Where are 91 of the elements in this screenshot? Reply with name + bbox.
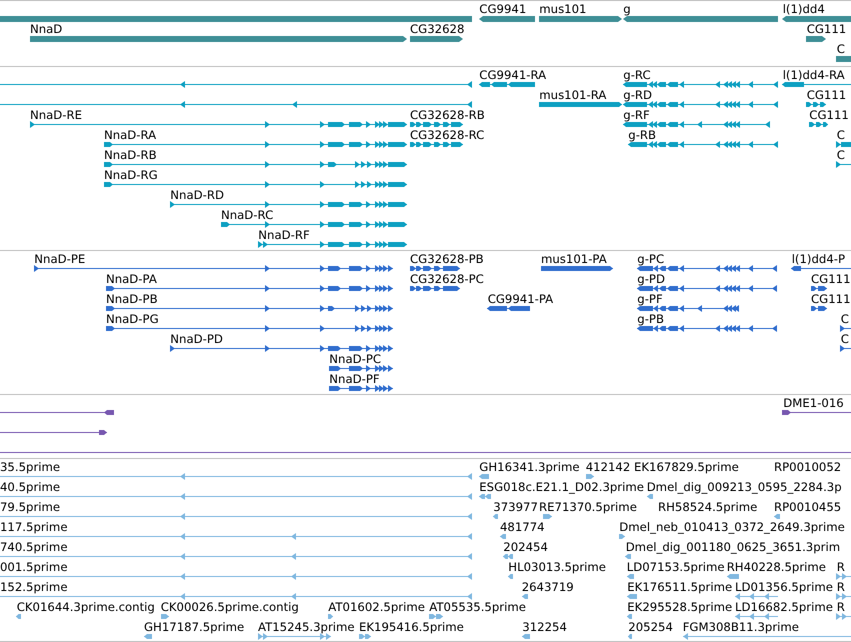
est-label: 205254 (628, 621, 673, 633)
est-label: GH16341.3prime (479, 461, 580, 473)
protein-label: l(1)dd4-P (792, 253, 846, 265)
transcript-label: CG32628-RB (410, 109, 485, 121)
transcript-label: CG32628-RC (410, 129, 484, 141)
protein-label: C (840, 313, 849, 325)
transcript-label: g-RB (628, 129, 656, 141)
est-label: RH58524.5prime (658, 501, 758, 513)
est-label: Dmel_neb_010413_0372_2649.3prime (619, 521, 845, 533)
transcript-label: C (836, 149, 845, 161)
transcript-label: g-RD (623, 89, 652, 101)
est-label: R (836, 601, 845, 613)
protein-label: CG32628-PC (410, 273, 484, 285)
transcript-label: NnaD-RE (30, 109, 82, 121)
est-label: 001.5prime (0, 561, 68, 573)
est-label: EK167829.5prime (634, 461, 739, 473)
transcript-label: C (836, 129, 845, 141)
transcript-label: NnaD-RF (258, 229, 310, 241)
est-label: EK295528.5prime (627, 601, 732, 613)
gene-label: C (836, 43, 845, 55)
protein-label: mus101-PA (541, 253, 607, 265)
gene-label: NnaD (30, 23, 62, 35)
est-label: 117.5prime (0, 521, 68, 533)
transcript-label: NnaD-RG (104, 169, 158, 181)
est-label: 481774 (500, 521, 545, 533)
gene-label: CG9941 (479, 3, 526, 15)
protein-label: g-PC (637, 253, 664, 265)
est-label: FGM308B11.3prime (682, 621, 799, 633)
gene-label: CG32628 (410, 23, 464, 35)
protein-label: NnaD-PE (34, 253, 86, 265)
est-label: AT15245.3prime (258, 621, 355, 633)
est-label: 40.5prime (0, 481, 60, 493)
est-label: HL03013.5prime (508, 561, 606, 573)
gene-label: l(1)dd4 (782, 3, 825, 15)
est-label: 373977 (493, 501, 538, 513)
est-label: Dmel_dig_001180_0625_3651.3prim (626, 541, 840, 553)
match-label: DME1-016 (783, 397, 844, 409)
protein-label: g-PB (637, 313, 664, 325)
gene-label: g (623, 3, 631, 15)
transcript-label: g-RF (623, 109, 650, 121)
est-label: R (836, 561, 845, 573)
protein-label: NnaD-PA (106, 273, 157, 285)
est-label: CK00026.5prime.contig (160, 601, 299, 613)
transcript-label: NnaD-RB (104, 149, 157, 161)
protein-label: g-PF (637, 293, 663, 305)
est-label: 740.5prime (0, 541, 68, 553)
est-label: EK176511.5prime (627, 581, 732, 593)
est-label: RP0010455 (774, 501, 842, 513)
transcript-label: CG111 (809, 109, 849, 121)
protein-label: NnaD-PB (106, 293, 158, 305)
transcript-label: NnaD-RA (104, 129, 156, 141)
est-label: LD07153.5prime (626, 561, 725, 573)
gene-label: mus101 (539, 3, 586, 15)
est-label: RH40228.5prime (726, 561, 826, 573)
protein-label: CG111 (811, 293, 851, 305)
est-label: 412142 (586, 461, 630, 473)
transcript-label: mus101-RA (539, 89, 606, 101)
protein-label: NnaD-PF (329, 373, 380, 385)
est-label: AT05535.5prime (429, 601, 526, 613)
est-label: RP0010052 (774, 461, 842, 473)
transcript-label: g-RC (623, 69, 651, 81)
est-label: 312254 (522, 621, 567, 633)
protein-label: CG32628-PB (410, 253, 484, 265)
gene-label: CG111 (806, 23, 846, 35)
est-label: AT01602.5prime (328, 601, 425, 613)
transcript-label: CG111 (806, 89, 846, 101)
transcript-label: CG9941-RA (479, 69, 546, 81)
est-label: EK195416.5prime (359, 621, 464, 633)
est-label: 152.5prime (0, 581, 68, 593)
transcript-label: NnaD-RC (221, 209, 274, 221)
est-label: GH17187.5prime (144, 621, 244, 633)
est-label: 2643719 (522, 581, 574, 593)
est-label: R (836, 581, 845, 593)
protein-label: NnaD-PG (106, 313, 159, 325)
protein-label: g-PD (637, 273, 665, 285)
est-label: RE71370.5prime (539, 501, 637, 513)
est-label: CK01644.3prime.contig (16, 601, 155, 613)
est-label: ESG018c.E21.1_D02.3prime (479, 481, 644, 493)
protein-label: C (840, 333, 849, 345)
transcript-label: l(1)dd4-RA (782, 69, 845, 81)
est-label: Dmel_dig_009213_0595_2284.3p (646, 481, 842, 493)
protein-label: NnaD-PD (170, 333, 223, 345)
est-label: 202454 (503, 541, 548, 553)
est-label: LD16682.5prime (735, 601, 833, 613)
est-label: 35.5prime (0, 461, 60, 473)
est-label: 79.5prime (0, 501, 60, 513)
protein-label: NnaD-PC (329, 353, 382, 365)
protein-label: CG9941-PA (488, 293, 554, 305)
est-label: LD01356.5prime (735, 581, 833, 593)
protein-label: CG111 (811, 273, 851, 285)
transcript-label: NnaD-RD (170, 189, 224, 201)
